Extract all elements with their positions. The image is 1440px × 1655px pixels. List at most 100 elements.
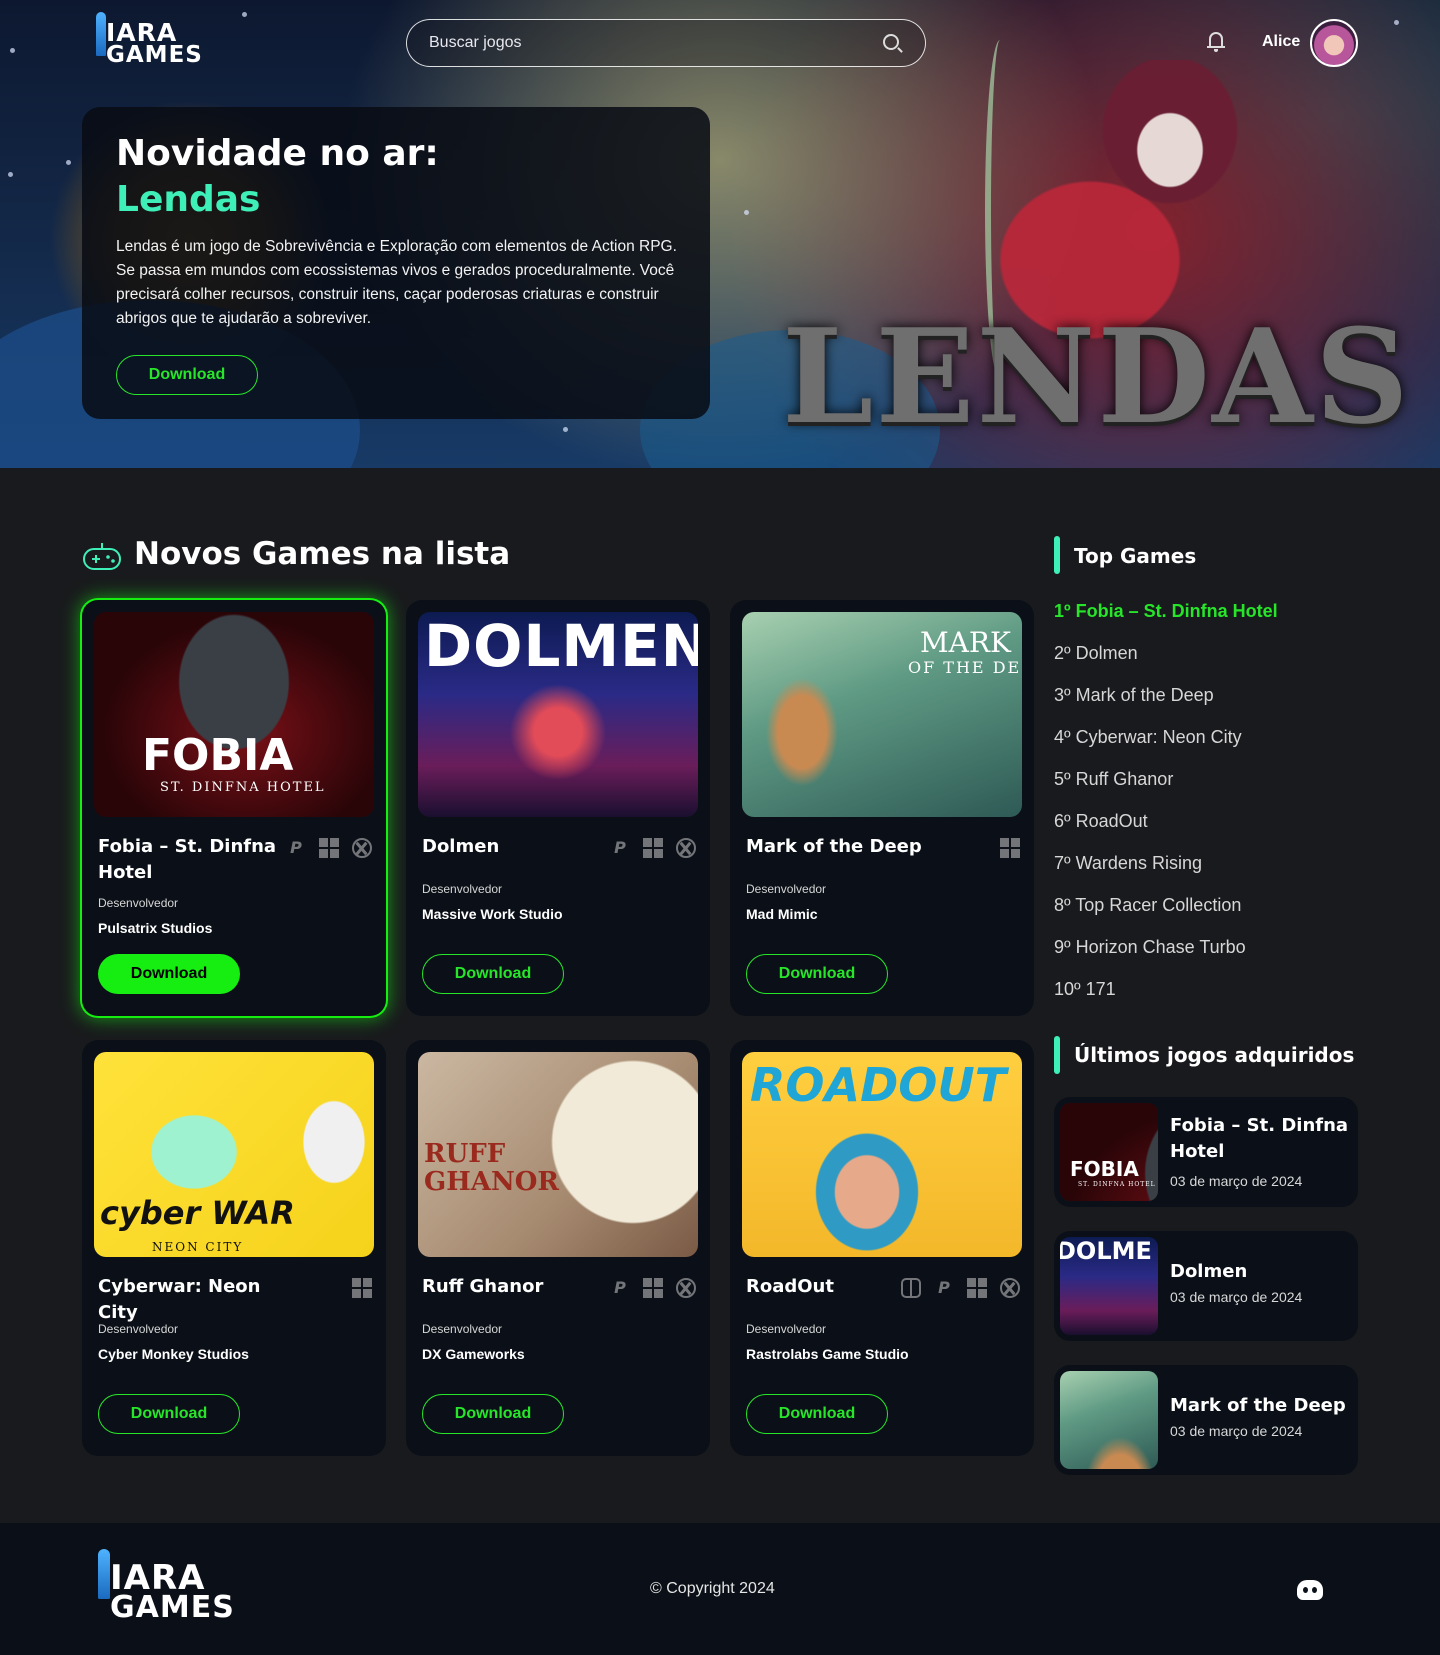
- game-cover: cyber WAR NEON CITY: [94, 1052, 374, 1257]
- recent-game-title: Mark of the Deep: [1170, 1395, 1346, 1416]
- logo-text-games: GAMES: [110, 1589, 235, 1625]
- gamepad-icon: [83, 543, 121, 570]
- xbox-icon: [676, 1278, 696, 1298]
- cover-subtitle: ST. DINFNA HOTEL: [160, 780, 326, 795]
- cover-subtitle: ST. DINFNA HOTEL: [1078, 1181, 1156, 1188]
- cover-title: FOBIA: [142, 730, 294, 781]
- logo-text-games: GAMES: [106, 41, 203, 68]
- hero-game-name: Lendas: [116, 179, 261, 220]
- recent-game-cover: [1060, 1371, 1158, 1469]
- top-game-item[interactable]: 6º RoadOut: [1054, 811, 1148, 832]
- game-title: Cyberwar: Neon City: [98, 1276, 261, 1323]
- top-game-item[interactable]: 7º Wardens Rising: [1054, 853, 1202, 874]
- platform-icons: P: [610, 1278, 696, 1298]
- top-game-item[interactable]: 1º Fobia – St. Dinfna Hotel: [1054, 601, 1278, 622]
- search-bar: [406, 19, 926, 67]
- developer-name: Mad Mimic: [746, 906, 818, 922]
- recent-game-item[interactable]: DOLME Dolmen 03 de março de 2024: [1054, 1231, 1358, 1341]
- top-game-item[interactable]: 3º Mark of the Deep: [1054, 685, 1214, 706]
- star: [66, 160, 71, 165]
- recent-game-title: Dolmen: [1170, 1261, 1248, 1282]
- windows-icon: [967, 1278, 987, 1298]
- xbox-icon: [352, 838, 372, 858]
- star: [10, 48, 15, 53]
- section-accent: [1054, 1036, 1060, 1074]
- game-cover: RUFF GHANOR: [418, 1052, 698, 1257]
- developer-label: Desenvolvedor: [98, 896, 179, 910]
- download-button[interactable]: Download: [98, 1394, 240, 1434]
- switch-icon: [901, 1278, 921, 1298]
- playstation-icon: P: [290, 838, 302, 857]
- star: [563, 427, 568, 432]
- download-button[interactable]: Download: [746, 954, 888, 994]
- avatar[interactable]: [1310, 19, 1358, 67]
- platform-icons: P: [610, 838, 696, 858]
- playstation-icon: P: [614, 1278, 626, 1297]
- mascot-icon: [98, 1549, 110, 1599]
- top-game-item[interactable]: 2º Dolmen: [1054, 643, 1138, 664]
- playstation-icon: P: [614, 838, 626, 857]
- cover-title: FOBIA: [1070, 1157, 1139, 1181]
- recent-game-date: 03 de março de 2024: [1170, 1423, 1303, 1439]
- game-card[interactable]: MARK OF THE DEEP Mark of the Deep Desenv…: [730, 600, 1034, 1016]
- recent-game-item[interactable]: FOBIA ST. DINFNA HOTEL Fobia – St. Dinfn…: [1054, 1097, 1358, 1207]
- cover-title: MARK: [920, 626, 1011, 659]
- developer-label: Desenvolvedor: [746, 1322, 827, 1336]
- top-games-title: Top Games: [1074, 544, 1197, 568]
- star: [242, 12, 247, 17]
- game-title: Ruff Ghanor: [422, 1276, 544, 1297]
- developer-label: Desenvolvedor: [422, 882, 503, 896]
- discord-icon[interactable]: [1297, 1580, 1323, 1600]
- playstation-icon: P: [938, 1278, 950, 1297]
- new-games-title: Novos Games na lista: [134, 536, 511, 572]
- windows-icon: [352, 1278, 372, 1298]
- developer-name: DX Gameworks: [422, 1346, 525, 1362]
- xbox-icon: [1000, 1278, 1020, 1298]
- search-input[interactable]: [429, 20, 869, 65]
- hero-title: Novidade no ar:: [116, 133, 439, 174]
- download-button[interactable]: Download: [98, 954, 240, 994]
- bell-icon[interactable]: [1207, 32, 1225, 52]
- logo[interactable]: IARA GAMES: [94, 10, 234, 72]
- recent-game-cover: FOBIA ST. DINFNA HOTEL: [1060, 1103, 1158, 1201]
- game-title: Mark of the Deep: [746, 836, 922, 857]
- platform-icons: P: [901, 1278, 1020, 1298]
- game-card[interactable]: RUFF GHANOR Ruff Ghanor P Desenvolvedor …: [406, 1040, 710, 1456]
- user-name[interactable]: Alice: [1262, 33, 1300, 51]
- platform-icons: [352, 1278, 372, 1298]
- hero-art-title: LENDAS: [782, 300, 1411, 453]
- search-icon[interactable]: [883, 34, 899, 50]
- cover-title: cyber WAR: [100, 1194, 295, 1232]
- cover-title: ROADOUT: [750, 1058, 1007, 1112]
- top-game-item[interactable]: 9º Horizon Chase Turbo: [1054, 937, 1246, 958]
- footer-logo[interactable]: IARA GAMES: [96, 1547, 286, 1629]
- cover-title: DOLME: [1060, 1237, 1152, 1265]
- recent-game-item[interactable]: Mark of the Deep 03 de março de 2024: [1054, 1365, 1358, 1475]
- download-button[interactable]: Download: [422, 1394, 564, 1434]
- hero-download-button[interactable]: Download: [116, 355, 258, 395]
- recent-game-date: 03 de março de 2024: [1170, 1173, 1303, 1189]
- recent-game-title: Fobia – St. Dinfna Hotel: [1170, 1115, 1349, 1162]
- top-game-item[interactable]: 5º Ruff Ghanor: [1054, 769, 1173, 790]
- download-button[interactable]: Download: [422, 954, 564, 994]
- cover-title: DOLMEN: [424, 612, 698, 680]
- xbox-icon: [676, 838, 696, 858]
- developer-name: Rastrolabs Game Studio: [746, 1346, 909, 1362]
- windows-icon: [319, 838, 339, 858]
- cover-subtitle: NEON CITY: [152, 1240, 244, 1254]
- top-game-item[interactable]: 10º 171: [1054, 979, 1116, 1000]
- star: [1394, 20, 1399, 25]
- hero-feature-card: Novidade no ar: Lendas Lendas é um jogo …: [82, 107, 710, 419]
- game-card[interactable]: DOLMEN Dolmen P Desenvolvedor Massive Wo…: [406, 600, 710, 1016]
- developer-name: Cyber Monkey Studios: [98, 1346, 249, 1362]
- game-card[interactable]: cyber WAR NEON CITY Cyberwar: Neon City …: [82, 1040, 386, 1456]
- windows-icon: [1000, 838, 1020, 858]
- download-button[interactable]: Download: [746, 1394, 888, 1434]
- top-game-item[interactable]: 8º Top Racer Collection: [1054, 895, 1241, 916]
- game-card[interactable]: FOBIA ST. DINFNA HOTEL Fobia – St. Dinfn…: [82, 600, 386, 1016]
- top-game-item[interactable]: 4º Cyberwar: Neon City: [1054, 727, 1242, 748]
- game-card[interactable]: ROADOUT RoadOut P Desenvolvedor Rastrola…: [730, 1040, 1034, 1456]
- footer: IARA GAMES © Copyright 2024: [0, 1523, 1440, 1655]
- hero-description: Lendas é um jogo de Sobrevivência e Expl…: [116, 238, 677, 327]
- developer-label: Desenvolvedor: [422, 1322, 503, 1336]
